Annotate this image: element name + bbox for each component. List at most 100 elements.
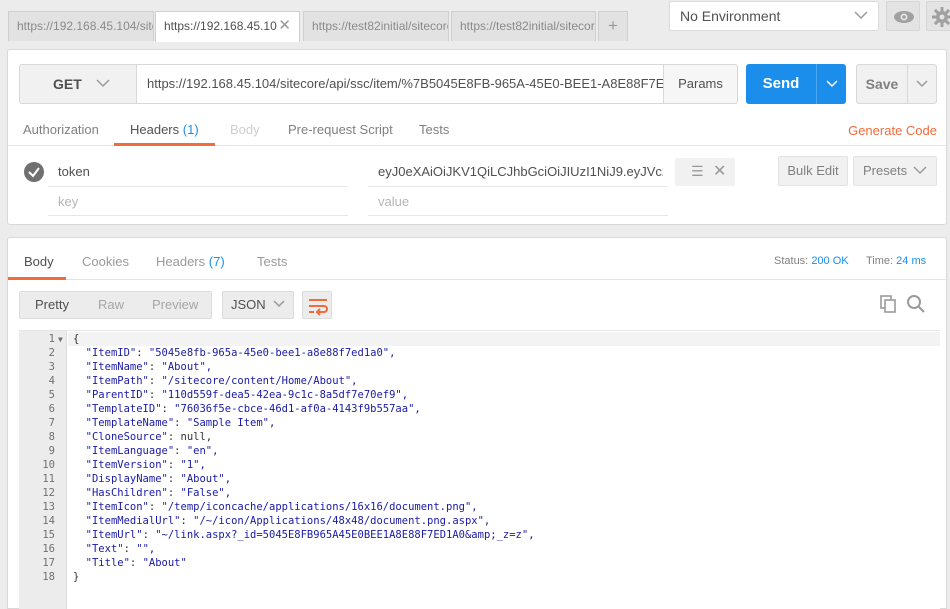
line-number: 18	[42, 571, 55, 583]
close-icon[interactable]: ✕	[278, 12, 291, 40]
send-options-button[interactable]	[816, 64, 846, 104]
code-line: "ItemUrl": "~/link.aspx?_id=5045E8FB965A…	[85, 529, 535, 541]
status-badge: Status: 200 OK	[774, 255, 849, 267]
code-line: "ItemVersion": "1",	[85, 459, 206, 471]
environment-select[interactable]: No Environment	[669, 1, 879, 31]
active-line-highlight	[68, 332, 940, 346]
tab-response-headers[interactable]: Headers (7)	[156, 254, 225, 269]
preview-view-button[interactable]: Preview	[152, 292, 198, 318]
json-key: "HasChildren"	[85, 487, 168, 499]
line-number: 14	[42, 515, 55, 527]
generate-code-link[interactable]: Generate Code	[848, 123, 937, 138]
tab-prerequest-script[interactable]: Pre-request Script	[288, 122, 393, 146]
format-value: JSON	[231, 297, 266, 312]
json-value: "About",	[180, 473, 232, 485]
code-line: "ItemName": "About",	[85, 361, 213, 373]
tab-body[interactable]: Body	[230, 122, 260, 146]
time-value: 24 ms	[896, 255, 927, 267]
environment-quick-look-button[interactable]	[886, 1, 920, 31]
line-number: 7	[48, 417, 55, 429]
search-icon[interactable]	[906, 294, 926, 317]
code-line: "CloneSource": null,	[85, 431, 213, 443]
request-tab-label: https://192.168.45.104/sitecore	[17, 19, 153, 33]
add-tab-button[interactable]: +	[598, 11, 628, 41]
presets-label: Presets	[863, 163, 908, 178]
params-button[interactable]: Params	[663, 64, 738, 104]
response-section-tabs: Body Cookies Headers (7) Tests Status: 2…	[8, 238, 946, 280]
request-tab[interactable]: https://192.168.45.104/sitecore	[8, 11, 154, 41]
eye-icon	[894, 11, 914, 23]
tab-tests[interactable]: Tests	[419, 122, 449, 146]
line-number: 15	[42, 529, 55, 541]
request-tab-active[interactable]: https://192.168.45.104 ✕	[155, 11, 300, 42]
url-input[interactable]: https://192.168.45.104/sitecore/api/ssc/…	[136, 64, 664, 104]
json-value: "en",	[186, 445, 219, 457]
send-button[interactable]: Send	[746, 64, 816, 104]
request-tab-bar: https://192.168.45.104/sitecore https://…	[0, 0, 660, 42]
response-time: Time: 24 ms	[866, 255, 926, 267]
save-button[interactable]: Save	[856, 64, 908, 104]
json-key: "ItemLanguage"	[85, 445, 175, 457]
request-tab[interactable]: https://test82initial/sitecore	[451, 11, 596, 41]
request-tab-label: https://192.168.45.104	[164, 19, 277, 33]
json-value: "/temp/iconcache/applications/16x16/docu…	[161, 501, 478, 513]
method-select[interactable]: GET	[19, 64, 136, 104]
json-key: "Text"	[85, 543, 124, 555]
chevron-down-icon	[273, 292, 285, 318]
line-number: 13	[42, 501, 55, 513]
json-value: "76036f5e-cbce-46d1-af0a-4143f9b557aa",	[174, 403, 421, 415]
raw-view-button[interactable]: Raw	[98, 292, 124, 318]
manage-environments-button[interactable]	[926, 1, 950, 31]
environment-select-value: No Environment	[680, 8, 781, 24]
tab-response-body[interactable]: Body	[24, 254, 54, 269]
wrap-icon	[309, 299, 328, 316]
tab-response-tests[interactable]: Tests	[257, 254, 287, 269]
line-number: 12	[42, 487, 55, 499]
copy-icon[interactable]	[878, 294, 898, 317]
line-number: 17	[42, 557, 55, 569]
format-select[interactable]: JSON	[222, 291, 294, 319]
new-header-value-input[interactable]: value	[378, 194, 409, 209]
check-circle-icon[interactable]	[24, 162, 44, 182]
request-tab[interactable]: https://test82initial/sitecore	[303, 11, 449, 41]
pretty-view-button[interactable]: Pretty	[35, 292, 69, 318]
chevron-down-icon	[916, 80, 928, 88]
json-key: "TemplateName"	[85, 417, 175, 429]
presets-button[interactable]: Presets	[853, 156, 937, 186]
save-options-button[interactable]	[907, 64, 937, 104]
fold-arrow-icon[interactable]: ▼	[58, 335, 63, 344]
menu-icon[interactable]: ☰	[691, 163, 704, 180]
json-key: "ItemVersion"	[85, 459, 168, 471]
status-value: 200 OK	[811, 255, 849, 267]
bulk-edit-button[interactable]: Bulk Edit	[778, 156, 848, 186]
request-panel: GET https://192.168.45.104/sitecore/api/…	[7, 49, 947, 225]
line-number: 16	[42, 543, 55, 555]
json-key: "Title"	[85, 557, 130, 569]
json-value: "~/link.aspx?_id=5045E8FB965A45E0BEE1A8E…	[155, 529, 535, 541]
view-mode-group: Pretty Raw Preview	[19, 291, 212, 319]
wrap-lines-button[interactable]	[302, 291, 332, 319]
divider	[368, 215, 668, 216]
json-value: "",	[136, 543, 156, 555]
close-icon[interactable]: ✕	[713, 161, 726, 181]
header-key-field[interactable]: token	[58, 164, 90, 179]
line-number: 3	[48, 361, 55, 373]
code-line: "TemplateID": "76036f5e-cbce-46d1-af0a-4…	[85, 403, 421, 415]
new-header-key-input[interactable]: key	[58, 194, 78, 209]
response-body-editor[interactable]: ▼ 1 2 3 4 5 6 7 8 9 10 11 12 13 14 15 16 17 18 { "ItemID"…	[19, 330, 940, 609]
code-line: "Title": "About"	[85, 557, 187, 569]
json-value: "Sample Item",	[186, 417, 276, 429]
json-value: "1",	[180, 459, 206, 471]
tab-authorization[interactable]: Authorization	[23, 122, 99, 146]
line-number-gutter: ▼ 1 2 3 4 5 6 7 8 9 10 11 12 13 14 15 16 17 18	[19, 331, 67, 609]
tab-headers-label: Headers	[130, 122, 180, 137]
header-value-field[interactable]: eyJ0eXAiOiJKV1QiLCJhbGciOiJIUzI1NiJ9.eyJ…	[378, 164, 663, 179]
response-headers-count-badge: (7)	[208, 254, 225, 269]
tab-response-cookies[interactable]: Cookies	[82, 254, 129, 269]
code-line: {	[73, 332, 79, 346]
json-value: "About"	[142, 557, 187, 569]
json-value: "About",	[161, 361, 213, 373]
json-key: "ItemMedialUrl"	[85, 515, 181, 527]
chevron-down-icon	[913, 157, 927, 185]
active-tab-indicator	[8, 277, 66, 280]
